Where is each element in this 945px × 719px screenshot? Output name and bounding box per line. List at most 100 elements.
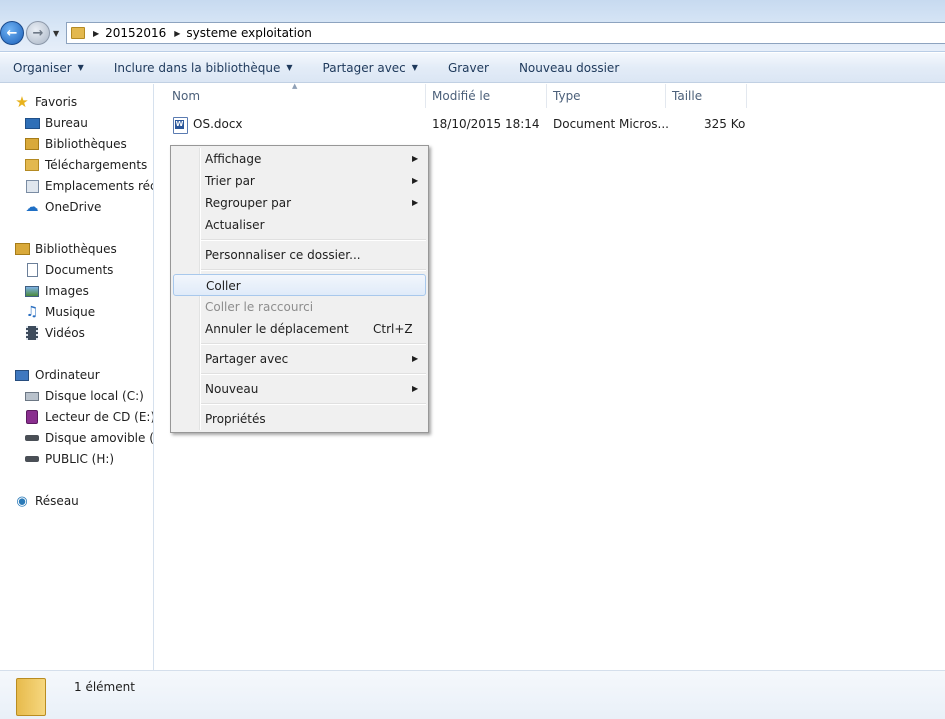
back-arrow-icon[interactable]: ← <box>0 21 24 45</box>
nav-label: Images <box>45 284 89 298</box>
nav-label: Disque local (C:) <box>45 389 144 403</box>
menu-item-properties[interactable]: Propriétés <box>173 408 426 430</box>
network-drive-icon <box>24 451 40 467</box>
menu-label: Regrouper par <box>205 196 292 210</box>
nav-label: Téléchargements <box>45 158 148 172</box>
forward-arrow-icon[interactable]: → <box>26 21 50 45</box>
file-name: OS.docx <box>193 117 243 131</box>
new-folder-label: Nouveau dossier <box>518 60 620 75</box>
context-menu: Affichage ▶ Trier par ▶ Regrouper par ▶ … <box>170 145 429 433</box>
chevron-right-icon[interactable]: ▶ <box>93 29 99 38</box>
file-type: Document Micros... <box>553 117 669 131</box>
menu-label: Affichage <box>205 152 262 166</box>
column-label: Nom <box>172 89 201 103</box>
breadcrumb-item[interactable]: 20152016 <box>105 26 166 40</box>
menu-separator <box>201 373 426 375</box>
new-folder-button[interactable]: Nouveau dossier <box>506 61 619 75</box>
nav-label: OneDrive <box>45 200 102 214</box>
folder-icon <box>71 27 85 39</box>
document-icon <box>24 262 40 278</box>
file-size: 325 Ko <box>704 117 746 131</box>
menu-item-paste[interactable]: Coller <box>173 274 426 296</box>
cloud-icon: ☁ <box>25 199 39 215</box>
burn-button[interactable]: Graver <box>435 61 489 75</box>
menu-item-refresh[interactable]: Actualiser <box>173 214 426 236</box>
nav-item-videos[interactable]: Vidéos <box>24 323 85 343</box>
file-row[interactable]: OS.docx 18/10/2015 18:14 Document Micros… <box>155 114 755 134</box>
item-count: 1 élément <box>74 680 135 694</box>
menu-label: Actualiser <box>205 218 265 232</box>
include-in-library-label: Inclure dans la bibliothèque <box>113 60 281 75</box>
nav-item-onedrive[interactable]: ☁ OneDrive <box>24 197 102 217</box>
nav-item-documents[interactable]: Documents <box>24 260 113 280</box>
submenu-arrow-icon: ▶ <box>412 384 419 393</box>
film-icon <box>24 325 40 341</box>
column-header-modified[interactable]: Modifié le <box>426 84 547 108</box>
nav-computer[interactable]: Ordinateur <box>14 365 100 385</box>
chevron-down-icon: ▼ <box>411 63 418 72</box>
breadcrumb-item[interactable]: systeme exploitation <box>186 26 312 40</box>
menu-item-new[interactable]: Nouveau ▶ <box>173 378 426 400</box>
submenu-arrow-icon: ▶ <box>412 198 419 207</box>
column-header-name[interactable]: Nom <box>166 84 426 108</box>
nav-label: Bureau <box>45 116 88 130</box>
nav-item-desktop[interactable]: Bureau <box>24 113 88 133</box>
nav-item-public-drive[interactable]: PUBLIC (H:) <box>24 449 114 469</box>
nav-favorites[interactable]: ★ Favoris <box>14 92 77 112</box>
nav-item-local-disk[interactable]: Disque local (C:) <box>24 386 144 406</box>
nav-libraries[interactable]: Bibliothèques <box>14 239 117 259</box>
menu-label: Coller <box>206 279 241 293</box>
star-icon: ★ <box>15 93 29 111</box>
nav-item-downloads[interactable]: Téléchargements <box>24 155 147 175</box>
menu-item-view[interactable]: Affichage ▶ <box>173 148 426 170</box>
nav-label: Vidéos <box>45 326 85 340</box>
network-icon: ◉ <box>16 493 28 509</box>
desktop-icon <box>24 115 40 131</box>
nav-network[interactable]: ◉ Réseau <box>14 491 79 511</box>
nav-item-recent-places[interactable]: Emplacements réce <box>24 176 153 196</box>
breadcrumb[interactable]: ▶ 20152016 ▶ systeme exploitation <box>66 22 945 44</box>
menu-label: Annuler le déplacement <box>205 322 349 336</box>
share-with-button[interactable]: Partager avec ▼ <box>310 61 418 75</box>
menu-item-sort-by[interactable]: Trier par ▶ <box>173 170 426 192</box>
include-in-library-button[interactable]: Inclure dans la bibliothèque ▼ <box>101 61 293 75</box>
nav-label: Lecteur de CD (E:) M <box>45 410 154 424</box>
menu-separator <box>201 239 426 241</box>
column-label: Taille <box>672 89 703 103</box>
menu-item-group-by[interactable]: Regrouper par ▶ <box>173 192 426 214</box>
burn-label: Graver <box>447 60 489 75</box>
nav-label: PUBLIC (H:) <box>45 452 115 466</box>
nav-item-removable-disk[interactable]: Disque amovible (F:) <box>24 428 153 448</box>
column-label: Modifié le <box>432 89 491 103</box>
nav-item-cd-drive[interactable]: Lecteur de CD (E:) M <box>24 407 154 427</box>
menu-item-undo-move[interactable]: Annuler le déplacement Ctrl+Z <box>173 318 426 340</box>
menu-label: Trier par <box>205 174 255 188</box>
nav-item-libraries-fav[interactable]: Bibliothèques <box>24 134 127 154</box>
hard-drive-icon <box>24 388 40 404</box>
nav-label: Réseau <box>35 494 79 508</box>
nav-item-images[interactable]: Images <box>24 281 89 301</box>
computer-icon <box>14 367 30 383</box>
column-header-size[interactable]: Taille <box>666 84 747 108</box>
recent-pages-chevron-icon[interactable]: ▼ <box>53 29 59 38</box>
chevron-right-icon[interactable]: ▶ <box>174 29 180 38</box>
menu-label: Propriétés <box>205 412 266 426</box>
word-document-icon <box>173 117 188 134</box>
command-bar: Organiser ▼ Inclure dans la bibliothèque… <box>0 53 945 83</box>
nav-item-music[interactable]: ♫ Musique <box>24 302 95 322</box>
menu-item-share-with[interactable]: Partager avec ▶ <box>173 348 426 370</box>
nav-label: Ordinateur <box>35 368 100 382</box>
organise-button[interactable]: Organiser ▼ <box>0 61 84 75</box>
menu-label: Nouveau <box>205 382 259 396</box>
share-with-label: Partager avec <box>322 60 406 75</box>
cd-drive-icon <box>24 409 40 425</box>
folder-icon <box>16 678 46 716</box>
submenu-arrow-icon: ▶ <box>412 354 419 363</box>
menu-item-paste-shortcut[interactable]: Coller le raccourci <box>173 296 426 318</box>
column-header-type[interactable]: Type <box>547 84 666 108</box>
submenu-arrow-icon: ▶ <box>412 176 419 185</box>
usb-drive-icon <box>24 430 40 446</box>
menu-item-customize-folder[interactable]: Personnaliser ce dossier... <box>173 244 426 266</box>
menu-label: Partager avec <box>205 352 289 366</box>
menu-separator <box>201 403 426 405</box>
